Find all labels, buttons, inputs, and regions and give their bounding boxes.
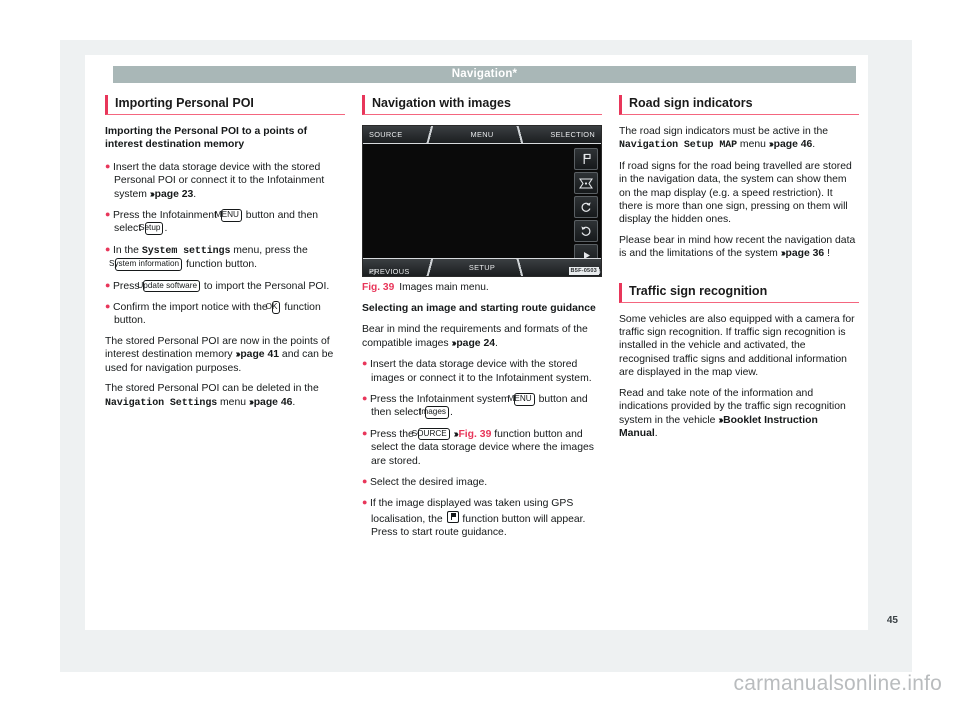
bullet-dot-icon: ● [105,243,113,254]
section-heading-importing-personal-poi: Importing Personal POI [105,95,345,115]
cross-reference-link[interactable]: page 46 [254,397,293,408]
bullet-dot-icon: ● [105,279,113,290]
bullet-dot-icon: ● [362,393,370,404]
figure-code: B5F-0503 [568,267,599,275]
cross-reference-link[interactable]: page 23 [155,189,194,200]
bullet-item: ● Insert the data storage device with th… [362,358,592,384]
subheading-selecting-image: Selecting an image and starting route gu… [362,303,596,314]
menu-path-text: Navigation Settings [105,397,218,409]
section-heading-traffic-sign-recognition: Traffic sign recognition [619,282,859,303]
screen-divider-bottom-left [423,259,436,276]
bullet-item: ● Press the Infotainment system MENU but… [362,393,588,419]
ui-button-token: Images [419,406,449,419]
menu-path-text: Navigation Setup MAP [619,140,738,152]
subheading-import-poi: Importing the Personal POI to a points o… [105,126,308,151]
ui-button-token: MENU [215,209,242,222]
ui-button-token: Update software [137,279,201,293]
rotate-ccw-icon-button[interactable] [574,196,598,218]
paragraph: Read and take note of the information an… [619,387,846,439]
page-columns: Importing Personal POI Importing the Per… [105,95,860,615]
rotate-ccw-icon [580,201,592,213]
bullet-dot-icon: ● [105,301,113,312]
bullet-dot-icon: ● [362,427,370,438]
flag-icon [581,153,592,165]
cross-reference-link[interactable]: page 24 [456,338,495,349]
ui-button-token: SOURCE [412,427,450,441]
screen-button-source[interactable]: SOURCE [369,130,402,139]
fit-to-screen-icon [579,177,593,189]
column-middle: Navigation with images SOURCE MENU SELEC… [362,95,602,615]
paragraph: The stored Personal POI are now in the p… [105,335,334,374]
right-paragraph-list-1: The road sign indicators must be active … [619,125,859,261]
screen-bottom-bar: ◁ PREVIOUS SETUP NEXT ▷ [363,258,601,276]
page-number: 45 [886,615,898,626]
screen-button-setup[interactable]: SETUP [469,263,495,272]
middle-bullet-list: ● Insert the data storage device with th… [362,357,602,539]
figure-caption: Fig. 39 Images main menu. [362,282,602,293]
screen-divider-left [423,126,436,143]
column-right: Road sign indicators The road sign indic… [619,95,859,615]
figure-39: SOURCE MENU SELECTION ◁ PREVIOUS SETUP B… [362,125,602,293]
paragraph: If road signs for the road being travell… [619,160,852,226]
bullet-dot-icon: ● [362,476,370,487]
screen-button-selection[interactable]: SELECTION [550,130,595,139]
bullet-item: ● Press Update software to import the Pe… [105,279,330,293]
cross-reference-link[interactable]: page 41 [240,349,279,360]
rotate-cw-icon-button[interactable] [574,220,598,242]
left-bullet-list: ● Insert the data storage device with th… [105,160,345,328]
paragraph: The road sign indicators must be active … [619,126,829,152]
bullet-item: ● In the System settings menu, press the… [105,243,308,271]
menu-path-text: System settings [141,245,231,257]
bullet-dot-icon: ● [362,497,370,508]
section-heading-road-sign-indicators: Road sign indicators [619,95,859,115]
rotate-cw-icon [580,225,592,237]
paragraph: The stored Personal POI can be deleted i… [105,383,319,409]
infotainment-screen-mockup: SOURCE MENU SELECTION ◁ PREVIOUS SETUP B… [362,125,602,277]
bullet-item: ● Press the Infotainment MENU button and… [105,209,319,235]
paragraph: Some vehicles are also equipped with a c… [619,313,855,379]
screen-divider-bottom-right [513,259,526,276]
bullet-dot-icon: ● [362,358,370,369]
screen-button-menu[interactable]: MENU [471,130,494,139]
ui-button-token: Setup [139,222,164,235]
screen-top-bar: SOURCE MENU SELECTION [363,126,601,144]
paragraph: Please bear in mind how recent the navig… [619,234,856,260]
right-paragraph-list-2: Some vehicles are also equipped with a c… [619,313,859,441]
flag-icon [446,510,459,523]
ui-button-token: OK [266,301,281,314]
bullet-dot-icon: ● [105,209,113,220]
screen-icon-rail [574,148,598,266]
column-left: Importing Personal POI Importing the Per… [105,95,345,615]
figure-reference-link[interactable]: Fig. 39 [458,429,491,440]
middle-intro-paragraph: Bear in mind the requirements and format… [362,323,602,350]
screen-divider-right [513,126,526,143]
bullet-item: ● Confirm the import notice with the OK … [105,301,321,327]
cross-reference-link[interactable]: page 36 [786,248,825,259]
watermark: carmanualsonline.info [733,672,942,695]
screen-button-previous-label: PREVIOUS [369,267,410,276]
figure-number: Fig. 39 [362,282,395,293]
running-header: Navigation* [113,66,856,83]
flag-icon-button[interactable] [574,148,598,170]
cross-reference-link[interactable]: page 46 [774,139,813,150]
bullet-item: ● If the image displayed was taken using… [362,497,586,539]
bullet-dot-icon: ● [105,160,113,171]
ui-button-token: MENU [508,393,535,406]
bullet-item: ● Select the desired image. [362,476,488,489]
paragraph: Bear in mind the requirements and format… [362,324,588,349]
fit-to-screen-icon-button[interactable] [574,172,598,194]
ui-button-token: System information [109,258,183,271]
bullet-item: ● Press the SOURCE ››› Fig. 39 function b… [362,427,594,467]
bullet-item: ● Insert the data storage device with th… [105,160,325,200]
figure-caption-text: Images main menu. [399,282,489,293]
section-heading-navigation-with-images: Navigation with images [362,95,602,115]
left-paragraph-list: The stored Personal POI are now in the p… [105,335,345,410]
